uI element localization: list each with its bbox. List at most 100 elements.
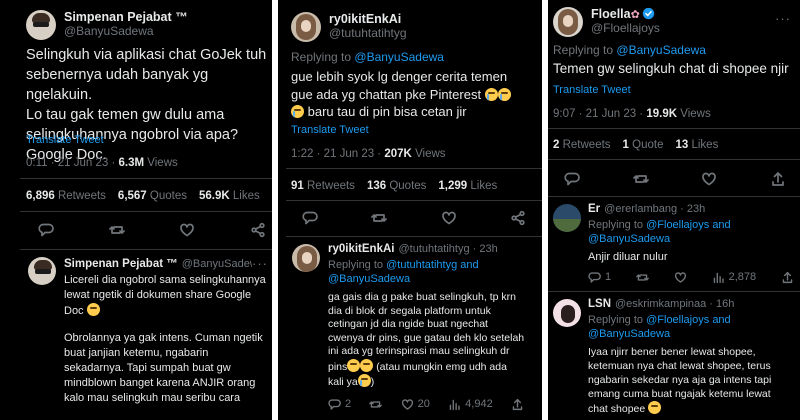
share-icon[interactable] — [770, 171, 786, 187]
like-icon[interactable] — [674, 271, 687, 284]
like-icon[interactable] — [441, 210, 457, 226]
user-handle[interactable]: @ererlambang · 23h — [604, 203, 705, 215]
reply-line: Obrolannya ya gak intens. Cuman ngetik — [64, 332, 263, 344]
reply-icon[interactable] — [302, 210, 318, 226]
retweet-icon[interactable] — [369, 398, 383, 411]
avatar[interactable] — [553, 299, 581, 327]
views-icon[interactable] — [448, 398, 461, 411]
user-handle[interactable]: @eskrimkampinaa · 16h — [615, 298, 734, 310]
translate-link[interactable]: Translate Tweet — [553, 84, 631, 96]
user-handle[interactable]: @Floellajoys — [591, 21, 660, 35]
display-name[interactable]: Simpenan Pejabat ™ — [64, 10, 188, 24]
quotes-stat[interactable]: 1 Quote — [623, 139, 664, 151]
views-label: Views — [147, 157, 178, 169]
share-icon[interactable] — [510, 210, 526, 226]
retweet-icon[interactable] — [371, 210, 388, 226]
reply-icon[interactable] — [564, 171, 580, 187]
divider — [286, 168, 542, 169]
retweet-icon[interactable] — [632, 171, 649, 187]
tweet-time[interactable]: 0:11 · 21 Jun 23 · — [26, 157, 115, 169]
views-action[interactable]: 4,942 — [448, 398, 493, 411]
like-action[interactable]: 20 — [401, 398, 430, 411]
likes-stat[interactable]: 1,299 Likes — [438, 180, 497, 192]
avatar[interactable] — [26, 10, 56, 40]
user-handle[interactable]: @tutuhtatihtyg · 23h — [398, 243, 497, 255]
share-icon[interactable] — [250, 222, 266, 238]
retweets-stat[interactable]: 2 Retweets — [553, 139, 611, 151]
tweet-actions — [564, 171, 786, 187]
reply-icon[interactable] — [38, 222, 54, 238]
tweet-line: gue ada yg chattan pke Pinterest — [291, 86, 539, 104]
display-name[interactable]: Simpenan Pejabat ™ — [64, 258, 178, 270]
divider — [20, 211, 272, 212]
display-name[interactable]: Er — [588, 203, 600, 215]
crying-emoji-icon — [484, 87, 498, 101]
mention-link[interactable]: @BanyuSadewa — [328, 273, 410, 285]
more-icon[interactable]: ··· — [252, 256, 268, 271]
reply-line: pins (atau mungkin emg udh ada — [328, 358, 507, 373]
reply-action[interactable]: 1 — [588, 271, 611, 284]
tweet-time[interactable]: 9:07 · 21 Jun 23 · — [553, 108, 643, 120]
tweet-actions — [38, 222, 266, 238]
quotes-stat[interactable]: 136 Quotes — [367, 180, 426, 192]
avatar[interactable] — [291, 12, 321, 42]
views-icon[interactable] — [712, 271, 725, 284]
retweets-stat[interactable]: 91 Retweets — [291, 180, 355, 192]
avatar[interactable] — [553, 204, 581, 232]
user-handle[interactable]: @BanyuSadewa · 1d — [182, 258, 252, 270]
mention-link[interactable]: @BanyuSadewa — [588, 328, 670, 340]
tweet-text: Selingkuh via aplikasi chat GoJek tuh se… — [26, 45, 272, 165]
avatar[interactable] — [292, 244, 320, 272]
views-count: 19.9K — [646, 108, 678, 120]
reply-icon[interactable] — [328, 398, 341, 411]
views-action[interactable]: 2,878 — [712, 271, 757, 284]
display-name[interactable]: ry0ikitEnkAi — [328, 243, 394, 255]
reply-line: buat janjian ketemu, ngabarin — [64, 347, 209, 359]
display-name[interactable]: ry0ikitEnkAi — [329, 12, 407, 26]
share-icon[interactable] — [781, 271, 794, 284]
like-icon[interactable] — [401, 398, 414, 411]
quotes-stat[interactable]: 6,567 Quotes — [118, 190, 187, 202]
tweet-text: gue lebih syok lg denger cerita temen gu… — [291, 68, 539, 121]
reply-line: kali ya) — [328, 374, 375, 388]
divider — [20, 249, 272, 250]
reply-line: ngabarin sekedar nya aja ga intens tapi — [588, 374, 772, 386]
share-icon[interactable] — [511, 398, 524, 411]
user-handle[interactable]: @tutuhtatihtyg — [329, 26, 407, 40]
mention-link[interactable]: @BanyuSadewa — [588, 233, 670, 245]
avatar[interactable] — [28, 257, 56, 285]
tweet-actions — [302, 210, 526, 226]
tweet-time[interactable]: 1:22 · 21 Jun 23 · — [291, 148, 381, 160]
display-name[interactable]: LSN — [588, 298, 611, 310]
translate-link[interactable]: Translate Tweet — [291, 124, 369, 136]
like-icon[interactable] — [701, 171, 717, 187]
more-icon[interactable]: ··· — [775, 11, 791, 26]
mention-link[interactable]: @Floellajoys — [646, 314, 709, 326]
display-name[interactable]: Floella✿ — [591, 7, 660, 21]
user-handle[interactable]: @BanyuSadewa — [64, 24, 188, 38]
reply-icon[interactable] — [588, 271, 601, 284]
reply-line: Iyaa njirr bener bener lewat shopee, — [588, 346, 756, 358]
views-count: 2,878 — [728, 271, 757, 284]
replying-to: Replying to @BanyuSadewa — [553, 43, 706, 57]
reply-line: lewat ngetik di dokumen share Google — [64, 289, 252, 301]
like-icon[interactable] — [179, 222, 195, 238]
replying-to: Replying to @tutuhtatihtyg and @BanyuSad… — [328, 259, 479, 285]
mention-link[interactable]: @Floellajoys — [646, 219, 709, 231]
mention-link[interactable]: @BanyuSadewa — [616, 43, 706, 57]
tweet-line: Lo tau gak temen gw dulu ama — [26, 107, 225, 123]
mention-link[interactable]: @BanyuSadewa — [354, 50, 444, 64]
mention-link[interactable]: @tutuhtatihtyg — [386, 259, 457, 271]
retweet-icon[interactable] — [108, 222, 125, 238]
translate-link[interactable]: Translate Tweet — [26, 134, 104, 146]
divider — [548, 128, 800, 129]
divider — [548, 159, 800, 160]
reply-action[interactable]: 2 — [328, 398, 351, 411]
retweet-icon[interactable] — [636, 271, 649, 284]
reply-avatar-wrap — [553, 204, 581, 232]
avatar[interactable] — [553, 7, 583, 37]
likes-stat[interactable]: 13 Likes — [675, 139, 718, 151]
views-count: 4,942 — [465, 398, 493, 411]
retweets-stat[interactable]: 6,896 Retweets — [26, 190, 106, 202]
likes-stat[interactable]: 56.9K Likes — [199, 190, 260, 202]
